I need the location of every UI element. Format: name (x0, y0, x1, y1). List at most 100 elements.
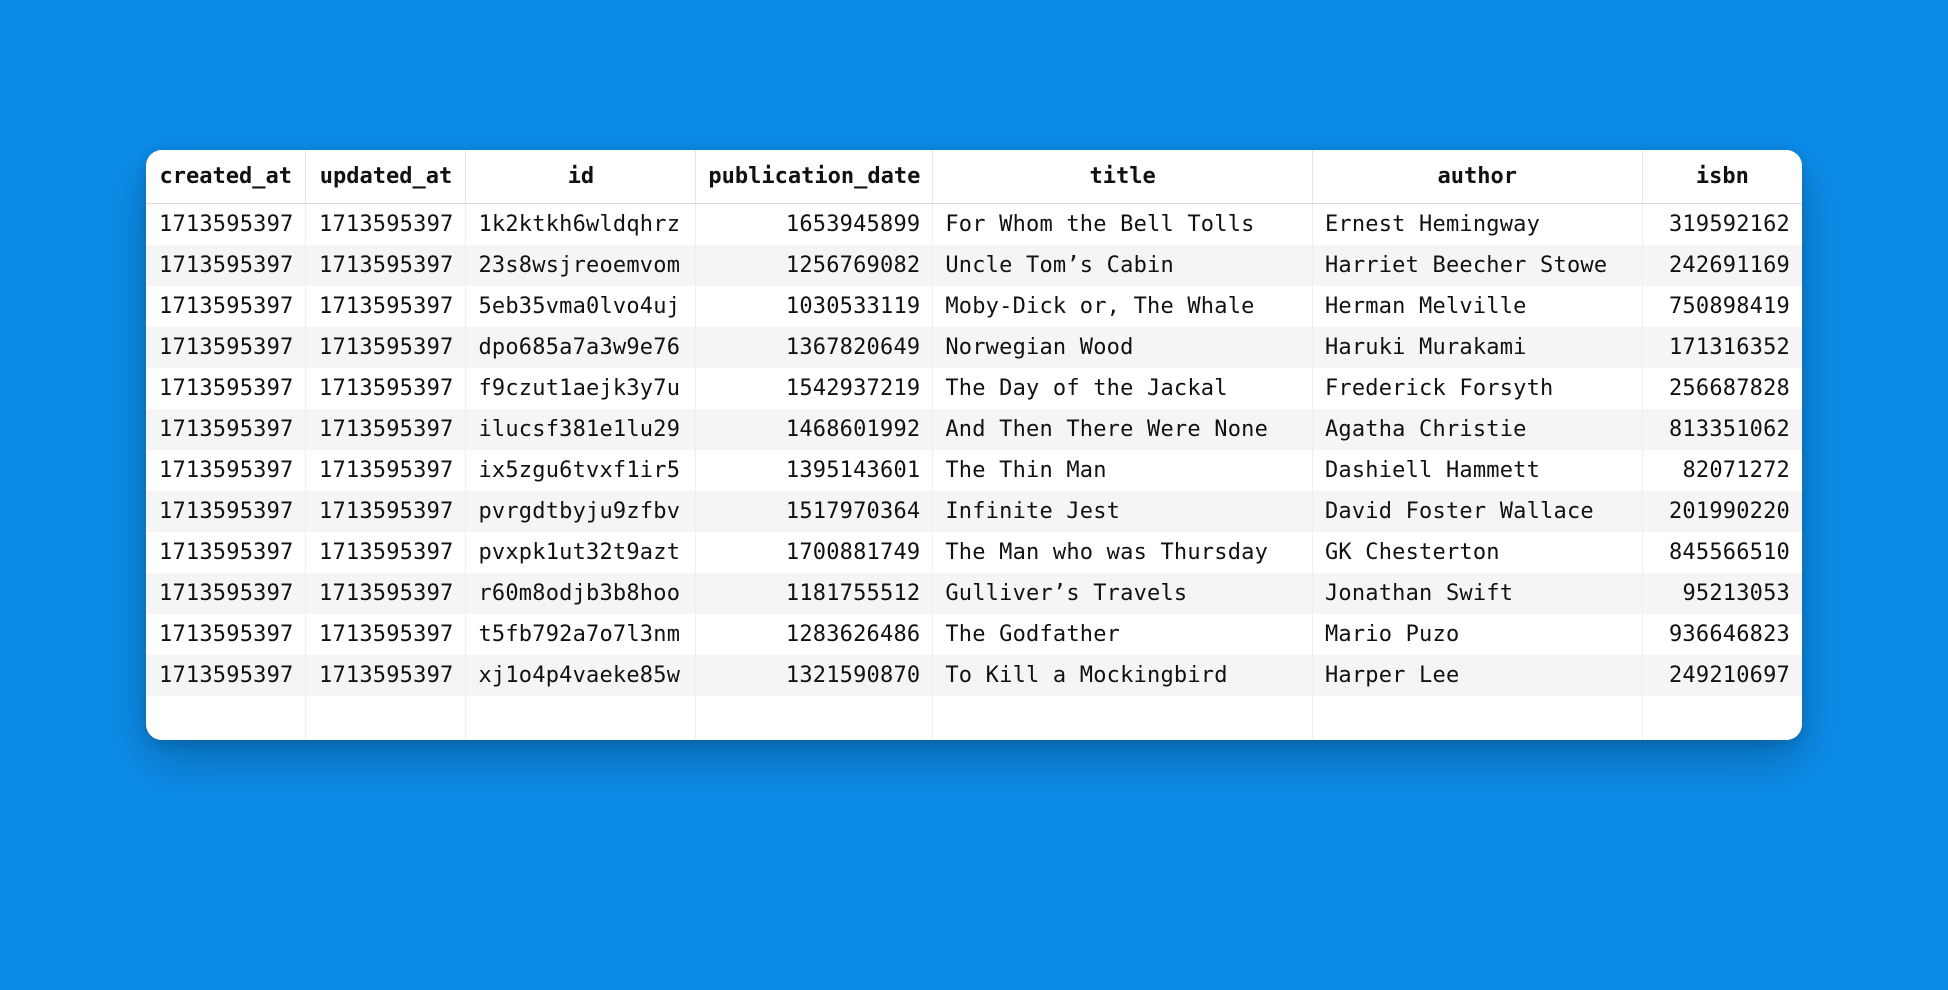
cell-id: r60m8odjb3b8hoo (466, 573, 696, 614)
cell-title: To Kill a Mockingbird (933, 655, 1313, 696)
cell-publication_date: 1030533119 (696, 286, 933, 327)
cell-updated_at: 1713595397 (306, 573, 466, 614)
table-row[interactable]: 17135953971713595397pvxpk1ut32t9azt17008… (146, 532, 1802, 573)
table-row-empty (146, 696, 1802, 740)
cell-id: xj1o4p4vaeke85w (466, 655, 696, 696)
cell-publication_date: 1181755512 (696, 573, 933, 614)
cell-updated_at: 1713595397 (306, 409, 466, 450)
cell-publication_date: 1256769082 (696, 245, 933, 286)
table-row[interactable]: 17135953971713595397ilucsf381e1lu2914686… (146, 409, 1802, 450)
cell-author: Agatha Christie (1312, 409, 1642, 450)
cell-publication_date: 1517970364 (696, 491, 933, 532)
cell-id: 1k2ktkh6wldqhrz (466, 204, 696, 246)
table-header: created_at updated_at id publication_dat… (146, 150, 1802, 204)
cell-isbn: 813351062 (1642, 409, 1802, 450)
cell-created_at: 1713595397 (146, 286, 306, 327)
cell-id: ilucsf381e1lu29 (466, 409, 696, 450)
cell-author: Ernest Hemingway (1312, 204, 1642, 246)
cell-title: Uncle Tom’s Cabin (933, 245, 1313, 286)
cell-id: pvrgdtbyju9zfbv (466, 491, 696, 532)
cell-isbn: 845566510 (1642, 532, 1802, 573)
table-row[interactable]: 171359539717135953975eb35vma0lvo4uj10305… (146, 286, 1802, 327)
cell-updated_at: 1713595397 (306, 204, 466, 246)
cell-publication_date: 1395143601 (696, 450, 933, 491)
cell-id: t5fb792a7o7l3nm (466, 614, 696, 655)
cell-created_at: 1713595397 (146, 655, 306, 696)
col-header-author[interactable]: author (1312, 150, 1642, 204)
cell-empty (1642, 696, 1802, 740)
cell-id: dpo685a7a3w9e76 (466, 327, 696, 368)
col-header-title[interactable]: title (933, 150, 1313, 204)
cell-id: f9czut1aejk3y7u (466, 368, 696, 409)
table-row[interactable]: 17135953971713595397ix5zgu6tvxf1ir513951… (146, 450, 1802, 491)
cell-updated_at: 1713595397 (306, 614, 466, 655)
cell-publication_date: 1468601992 (696, 409, 933, 450)
cell-title: The Man who was Thursday (933, 532, 1313, 573)
cell-publication_date: 1700881749 (696, 532, 933, 573)
cell-created_at: 1713595397 (146, 204, 306, 246)
cell-updated_at: 1713595397 (306, 245, 466, 286)
cell-created_at: 1713595397 (146, 245, 306, 286)
table-row[interactable]: 17135953971713595397dpo685a7a3w9e7613678… (146, 327, 1802, 368)
table-row[interactable]: 17135953971713595397pvrgdtbyju9zfbv15179… (146, 491, 1802, 532)
table-body: 171359539717135953971k2ktkh6wldqhrz16539… (146, 204, 1802, 741)
cell-isbn: 249210697 (1642, 655, 1802, 696)
cell-created_at: 1713595397 (146, 450, 306, 491)
cell-updated_at: 1713595397 (306, 286, 466, 327)
col-header-updated_at[interactable]: updated_at (306, 150, 466, 204)
cell-created_at: 1713595397 (146, 368, 306, 409)
cell-empty (696, 696, 933, 740)
col-header-publication_date[interactable]: publication_date (696, 150, 933, 204)
col-header-isbn[interactable]: isbn (1642, 150, 1802, 204)
cell-updated_at: 1713595397 (306, 327, 466, 368)
cell-isbn: 95213053 (1642, 573, 1802, 614)
cell-id: pvxpk1ut32t9azt (466, 532, 696, 573)
cell-updated_at: 1713595397 (306, 450, 466, 491)
cell-publication_date: 1367820649 (696, 327, 933, 368)
cell-author: GK Chesterton (1312, 532, 1642, 573)
table-row[interactable]: 171359539717135953971k2ktkh6wldqhrz16539… (146, 204, 1802, 246)
cell-id: 5eb35vma0lvo4uj (466, 286, 696, 327)
cell-created_at: 1713595397 (146, 573, 306, 614)
table-row[interactable]: 17135953971713595397t5fb792a7o7l3nm12836… (146, 614, 1802, 655)
cell-publication_date: 1653945899 (696, 204, 933, 246)
cell-empty (1312, 696, 1642, 740)
cell-author: Jonathan Swift (1312, 573, 1642, 614)
cell-isbn: 936646823 (1642, 614, 1802, 655)
cell-title: Gulliver’s Travels (933, 573, 1313, 614)
cell-author: Herman Melville (1312, 286, 1642, 327)
cell-created_at: 1713595397 (146, 491, 306, 532)
cell-author: Dashiell Hammett (1312, 450, 1642, 491)
cell-updated_at: 1713595397 (306, 532, 466, 573)
table-row[interactable]: 17135953971713595397r60m8odjb3b8hoo11817… (146, 573, 1802, 614)
table-header-row: created_at updated_at id publication_dat… (146, 150, 1802, 204)
cell-isbn: 256687828 (1642, 368, 1802, 409)
cell-author: Harper Lee (1312, 655, 1642, 696)
table-row[interactable]: 17135953971713595397xj1o4p4vaeke85w13215… (146, 655, 1802, 696)
cell-created_at: 1713595397 (146, 532, 306, 573)
cell-title: The Godfather (933, 614, 1313, 655)
cell-isbn: 750898419 (1642, 286, 1802, 327)
cell-created_at: 1713595397 (146, 614, 306, 655)
table-row[interactable]: 17135953971713595397f9czut1aejk3y7u15429… (146, 368, 1802, 409)
cell-isbn: 171316352 (1642, 327, 1802, 368)
data-table-card: created_at updated_at id publication_dat… (146, 150, 1802, 740)
cell-isbn: 242691169 (1642, 245, 1802, 286)
cell-updated_at: 1713595397 (306, 655, 466, 696)
cell-created_at: 1713595397 (146, 327, 306, 368)
col-header-created_at[interactable]: created_at (146, 150, 306, 204)
cell-title: The Thin Man (933, 450, 1313, 491)
cell-updated_at: 1713595397 (306, 491, 466, 532)
cell-author: David Foster Wallace (1312, 491, 1642, 532)
table-row[interactable]: 1713595397171359539723s8wsjreoemvom12567… (146, 245, 1802, 286)
cell-id: 23s8wsjreoemvom (466, 245, 696, 286)
cell-title: Moby-Dick or, The Whale (933, 286, 1313, 327)
cell-publication_date: 1321590870 (696, 655, 933, 696)
cell-author: Mario Puzo (1312, 614, 1642, 655)
cell-publication_date: 1283626486 (696, 614, 933, 655)
cell-updated_at: 1713595397 (306, 368, 466, 409)
cell-empty (466, 696, 696, 740)
cell-author: Harriet Beecher Stowe (1312, 245, 1642, 286)
cell-empty (933, 696, 1313, 740)
col-header-id[interactable]: id (466, 150, 696, 204)
